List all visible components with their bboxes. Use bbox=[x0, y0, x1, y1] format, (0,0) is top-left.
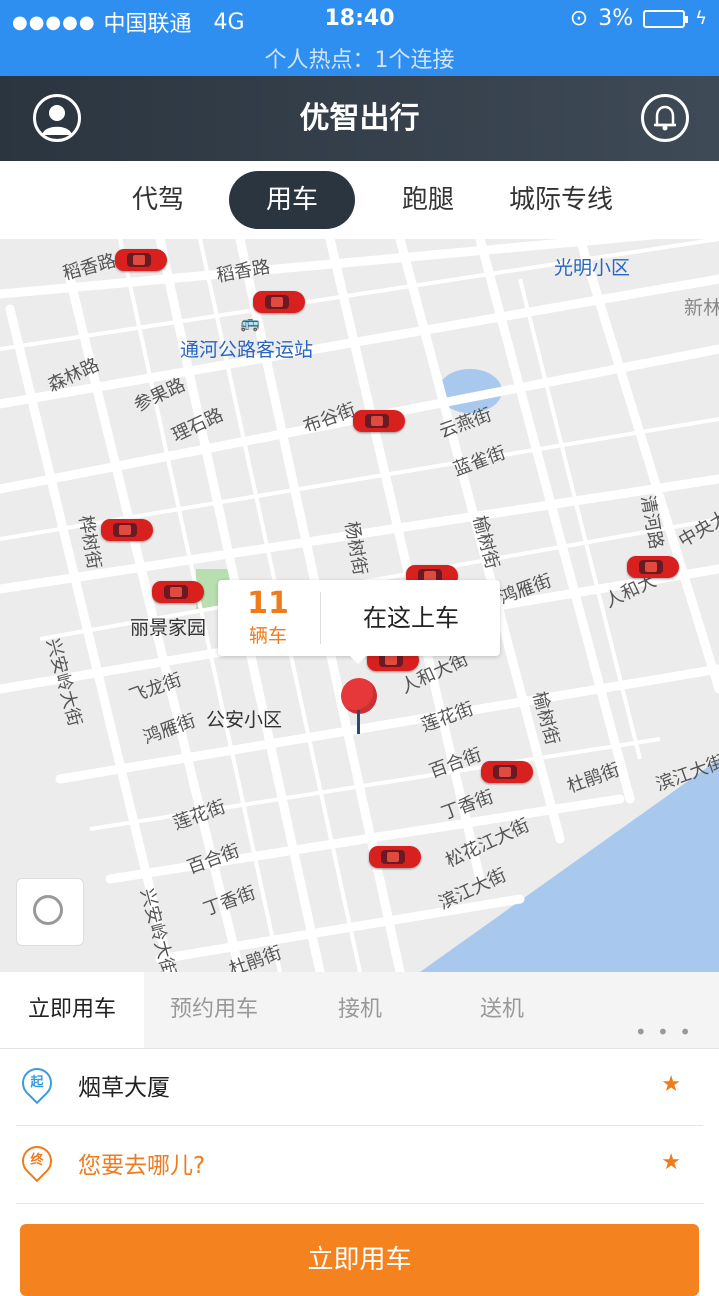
origin-value: 烟草大厦 bbox=[78, 1075, 170, 1101]
app-bar: 优智出行 bbox=[0, 76, 719, 161]
poi-lijing-garden[interactable]: 丽景家园 bbox=[130, 613, 206, 640]
orientation-lock-icon: ⊙ bbox=[569, 6, 589, 31]
battery-percent: 3% bbox=[598, 6, 634, 31]
tab-car-hailing[interactable]: 用车 bbox=[229, 171, 355, 229]
pickup-bubble[interactable]: 11 辆车 在这上车 bbox=[218, 580, 500, 664]
nearby-unit: 辆车 bbox=[248, 625, 287, 647]
poi-bus-station[interactable]: 🚌 通河公路客运站 bbox=[180, 313, 313, 362]
more-options-icon[interactable]: • • • bbox=[635, 1020, 693, 1044]
divider bbox=[16, 1203, 703, 1204]
favorite-star-icon[interactable]: ★ bbox=[661, 1072, 681, 1097]
charging-icon: ϟ bbox=[695, 8, 707, 29]
favorite-star-icon[interactable]: ★ bbox=[661, 1150, 681, 1175]
tab-designated-driver[interactable]: 代驾 bbox=[110, 171, 206, 229]
status-bar: ●●●●● 中国联通 4G 18:40 ⊙ 3% ϟ 个人热点：1个连接 bbox=[0, 0, 719, 76]
destination-input[interactable]: 您要去哪儿? bbox=[78, 1128, 205, 1204]
tab-airport-pickup[interactable]: 接机 bbox=[290, 972, 430, 1048]
pickup-here-button[interactable]: 在这上车 bbox=[322, 580, 500, 656]
service-tabs: 代驾 用车 跑腿 城际专线 bbox=[0, 161, 719, 240]
poi-gongan-community[interactable]: 公安小区 bbox=[206, 705, 282, 732]
car-marker[interactable] bbox=[353, 410, 405, 432]
origin-row[interactable]: 起 烟草大厦 ★ bbox=[0, 1050, 719, 1126]
pickup-pin-stem bbox=[357, 710, 360, 734]
locate-button[interactable] bbox=[16, 878, 84, 946]
bus-icon: 🚌 bbox=[240, 313, 260, 332]
tab-book-now[interactable]: 立即用车 bbox=[0, 972, 144, 1048]
bell-icon[interactable] bbox=[641, 94, 689, 142]
origin-marker-icon: 起 bbox=[15, 1061, 59, 1105]
hotspot-banner[interactable]: 个人热点：1个连接 bbox=[0, 42, 719, 74]
destination-marker-icon: 终 bbox=[15, 1139, 59, 1183]
car-marker[interactable] bbox=[152, 581, 204, 603]
bubble-divider bbox=[320, 592, 321, 644]
car-marker[interactable] bbox=[369, 846, 421, 868]
tab-intercity-line[interactable]: 城际专线 bbox=[494, 171, 628, 229]
crosshair-icon bbox=[33, 895, 63, 925]
tab-airport-dropoff[interactable]: 送机 bbox=[432, 972, 572, 1048]
tab-errand[interactable]: 跑腿 bbox=[380, 171, 476, 229]
book-now-button[interactable]: 立即用车 bbox=[20, 1224, 699, 1296]
bubble-tip bbox=[350, 656, 366, 664]
car-marker[interactable] bbox=[101, 519, 153, 541]
poi-guangming-community[interactable]: 光明小区 bbox=[554, 253, 630, 280]
divider bbox=[16, 1125, 703, 1126]
poi-xinlin[interactable]: 新林 bbox=[684, 293, 719, 320]
battery-icon bbox=[643, 9, 689, 28]
nearby-cars-count: 11 辆车 bbox=[218, 580, 318, 648]
destination-row[interactable]: 终 您要去哪儿? ★ bbox=[0, 1128, 719, 1204]
app-title: 优智出行 bbox=[299, 101, 420, 136]
booking-tabs: 立即用车 预约用车 接机 送机 • • • bbox=[0, 972, 719, 1049]
car-marker[interactable] bbox=[627, 556, 679, 578]
car-marker[interactable] bbox=[253, 291, 305, 313]
nearby-count: 11 bbox=[247, 586, 289, 621]
tab-reserve[interactable]: 预约用车 bbox=[144, 972, 284, 1048]
pickup-pin-icon[interactable] bbox=[341, 678, 377, 714]
car-marker[interactable] bbox=[115, 249, 167, 271]
car-marker[interactable] bbox=[481, 761, 533, 783]
